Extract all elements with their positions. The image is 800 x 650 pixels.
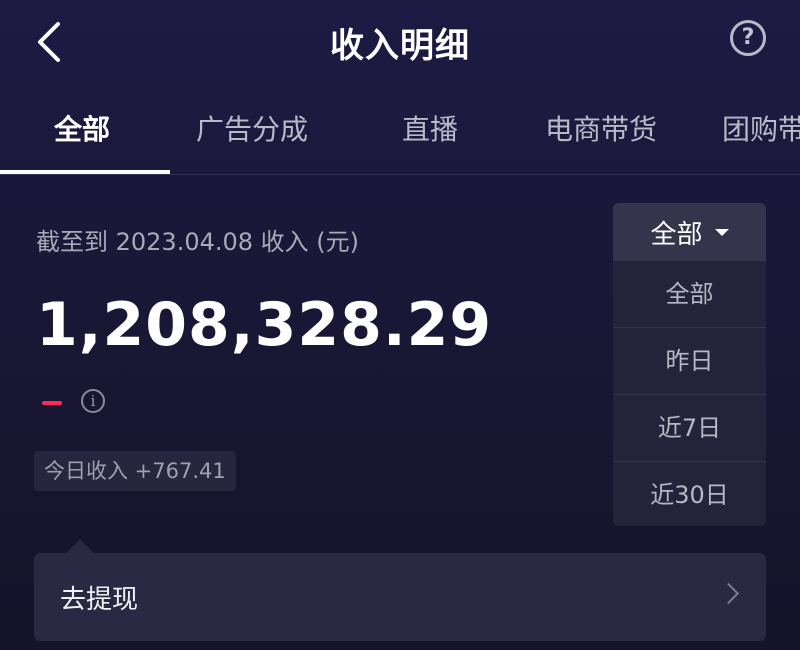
today-income-badge: 今日收入 +767.41 — [34, 451, 236, 491]
info-icon[interactable]: i — [81, 389, 105, 413]
tab-bar: 全部 广告分成 直播 电商带货 团购带 — [0, 96, 800, 175]
tab-ad-share[interactable]: 广告分成 — [196, 108, 308, 148]
active-tab-indicator — [0, 170, 170, 174]
tab-live[interactable]: 直播 — [402, 108, 458, 148]
period-filter-dropdown: 全部 全部 昨日 近7日 近30日 — [613, 203, 766, 526]
help-icon[interactable]: ? — [730, 20, 766, 56]
trend-indicator — [42, 401, 62, 405]
period-option-yesterday[interactable]: 昨日 — [613, 328, 766, 395]
withdraw-row[interactable]: 去提现 — [34, 553, 766, 641]
period-filter-selected: 全部 — [650, 219, 703, 250]
period-option-30d[interactable]: 近30日 — [613, 462, 766, 526]
income-amount: 1,208,328.29 — [36, 290, 493, 360]
period-option-all[interactable]: 全部 — [613, 261, 766, 328]
page-title: 收入明细 — [330, 26, 470, 66]
card-pointer — [66, 539, 94, 553]
withdraw-label: 去提现 — [60, 585, 139, 615]
tab-group-buy[interactable]: 团购带 — [722, 108, 800, 148]
tab-all[interactable]: 全部 — [54, 108, 110, 148]
caret-down-icon — [714, 228, 729, 236]
period-filter-button[interactable]: 全部 — [613, 203, 766, 261]
top-bar: 收入明细 ? — [0, 0, 800, 84]
tab-ecommerce[interactable]: 电商带货 — [545, 108, 657, 148]
as-of-label: 截至到 2023.04.08 收入 (元) — [36, 228, 360, 256]
chevron-right-icon — [717, 582, 740, 605]
period-option-7d[interactable]: 近7日 — [613, 395, 766, 462]
